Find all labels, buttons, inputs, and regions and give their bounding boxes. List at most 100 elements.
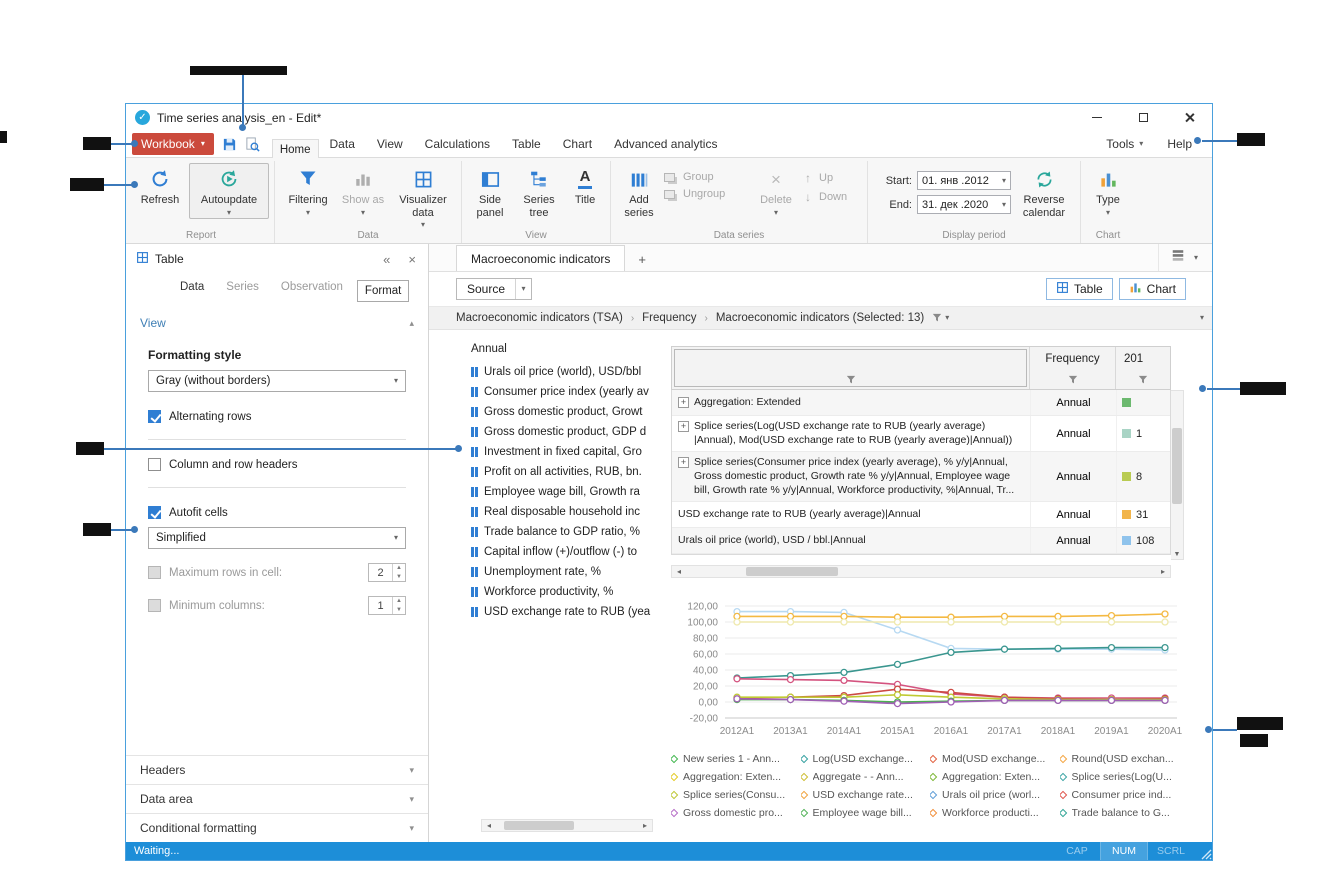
- scroll-left-icon[interactable]: ◂: [672, 567, 686, 576]
- breadcrumb-item[interactable]: Frequency: [642, 312, 696, 324]
- expand-icon[interactable]: +: [678, 457, 689, 468]
- series-list-item[interactable]: USD exchange rate to RUB (yea: [471, 602, 671, 622]
- legend-item[interactable]: Mod(USD exchange...: [930, 753, 1058, 765]
- scroll-right-icon[interactable]: ▸: [1156, 567, 1170, 576]
- view-section-header[interactable]: View ▴: [126, 308, 428, 338]
- legend-item[interactable]: Aggregate - - Ann...: [801, 771, 929, 783]
- legend-item[interactable]: Aggregation: Exten...: [930, 771, 1058, 783]
- show-as-button[interactable]: Show as ▾: [338, 163, 388, 217]
- help-menu[interactable]: Help: [1167, 137, 1192, 151]
- scrollbar-thumb[interactable]: [1172, 428, 1182, 504]
- panel-tab-data[interactable]: Data: [172, 278, 212, 296]
- ribbon-tab-calculations[interactable]: Calculations: [414, 131, 501, 157]
- filtering-button[interactable]: Filtering ▾: [280, 163, 336, 217]
- minimize-button[interactable]: [1074, 104, 1120, 131]
- year-column-header[interactable]: 201: [1116, 347, 1170, 389]
- max-rows-stepper[interactable]: 2 ▲▼: [368, 563, 406, 582]
- document-tab[interactable]: Macroeconomic indicators: [456, 245, 625, 271]
- series-list-item[interactable]: Real disposable household inc: [471, 502, 671, 522]
- chevron-down-icon[interactable]: ▾: [1194, 254, 1198, 262]
- breadcrumb-filter-icon[interactable]: ▾: [932, 313, 949, 323]
- delete-button[interactable]: × Delete ▾: [752, 163, 800, 217]
- min-columns-stepper[interactable]: 1 ▲▼: [368, 596, 406, 615]
- ribbon-tab-data[interactable]: Data: [319, 131, 366, 157]
- section-header-headers[interactable]: Headers▾: [126, 755, 428, 784]
- table-row[interactable]: +Splice series(Log(USD exchange rate to …: [672, 416, 1170, 452]
- legend-item[interactable]: Consumer price ind...: [1060, 789, 1188, 801]
- series-tree-button[interactable]: Series tree: [515, 163, 563, 219]
- add-series-button[interactable]: Add series: [616, 163, 662, 219]
- scroll-left-icon[interactable]: ◂: [482, 821, 496, 830]
- table-row[interactable]: +Splice series(Consumer price index (yea…: [672, 452, 1170, 502]
- chart-type-button[interactable]: Type ▾: [1086, 163, 1130, 217]
- filter-icon[interactable]: [1138, 375, 1148, 385]
- legend-item[interactable]: Splice series(Log(U...: [1060, 771, 1188, 783]
- reverse-calendar-button[interactable]: Reverse calendar: [1013, 163, 1075, 219]
- scroll-down-icon[interactable]: ▼: [1171, 551, 1183, 558]
- layout-icon[interactable]: [1171, 248, 1185, 267]
- table-row[interactable]: Urals oil price (world), USD / bbl.|Annu…: [672, 528, 1170, 554]
- series-list-item[interactable]: Gross domestic product, Growt: [471, 402, 671, 422]
- panel-tab-format[interactable]: Format: [357, 280, 409, 302]
- expand-icon[interactable]: +: [678, 397, 689, 408]
- ribbon-tab-table[interactable]: Table: [501, 131, 552, 157]
- maximize-button[interactable]: [1120, 104, 1166, 131]
- legend-item[interactable]: Aggregation: Exten...: [671, 771, 799, 783]
- table-view-button[interactable]: Table: [1046, 278, 1113, 300]
- table-row[interactable]: USD exchange rate to RUB (yearly average…: [672, 502, 1170, 528]
- spinner-down-icon[interactable]: ▼: [393, 606, 405, 615]
- formatting-style-select[interactable]: Gray (without borders) ▾: [148, 370, 406, 392]
- legend-item[interactable]: Splice series(Consu...: [671, 789, 799, 801]
- name-column-header[interactable]: [672, 347, 1030, 389]
- autoupdate-button[interactable]: Autoupdate ▾: [189, 163, 269, 219]
- ungroup-button[interactable]: Ungroup: [664, 188, 750, 200]
- visualizer-data-button[interactable]: Visualizer data ▾: [390, 163, 456, 229]
- series-list-scrollbar[interactable]: ◂ ▸: [481, 819, 653, 832]
- move-up-button[interactable]: ↑Up: [802, 171, 862, 185]
- panel-tab-observation[interactable]: Observation: [273, 278, 351, 296]
- table-row[interactable]: +Aggregation: ExtendedAnnual: [672, 390, 1170, 416]
- panel-tab-series[interactable]: Series: [218, 278, 267, 296]
- legend-item[interactable]: Log(USD exchange...: [801, 753, 929, 765]
- series-list-item[interactable]: Unemployment rate, %: [471, 562, 671, 582]
- chart-view-button[interactable]: Chart: [1119, 278, 1186, 300]
- column-row-headers-checkbox-row[interactable]: Column and row headers: [148, 458, 406, 471]
- close-panel-button[interactable]: ×: [408, 252, 416, 267]
- print-preview-button[interactable]: [245, 137, 260, 152]
- legend-item[interactable]: Gross domestic pro...: [671, 807, 799, 819]
- resize-grip[interactable]: [1194, 842, 1212, 860]
- group-button[interactable]: Group: [664, 171, 750, 183]
- add-tab-button[interactable]: +: [625, 248, 659, 271]
- side-panel-button[interactable]: Side panel: [467, 163, 513, 219]
- end-date-combo[interactable]: 31. дек .2020 ▾: [917, 195, 1011, 214]
- section-header-conditional-formatting[interactable]: Conditional formatting▾: [126, 813, 428, 842]
- section-header-data-area[interactable]: Data area▾: [126, 784, 428, 813]
- spinner-down-icon[interactable]: ▼: [393, 573, 405, 582]
- table-horizontal-scrollbar[interactable]: ◂ ▸: [671, 565, 1171, 578]
- legend-item[interactable]: USD exchange rate...: [801, 789, 929, 801]
- title-bar[interactable]: ✓ Time series analysis_en - Edit*: [126, 104, 1212, 131]
- series-list-item[interactable]: Employee wage bill, Growth ra: [471, 482, 671, 502]
- legend-item[interactable]: Urals oil price (worl...: [930, 789, 1058, 801]
- series-list-item[interactable]: Investment in fixed capital, Gro: [471, 442, 671, 462]
- refresh-button[interactable]: Refresh: [133, 163, 187, 207]
- frequency-column-header[interactable]: Frequency: [1030, 347, 1116, 389]
- close-button[interactable]: [1166, 104, 1212, 131]
- series-list-item[interactable]: Gross domestic product, GDP d: [471, 422, 671, 442]
- legend-item[interactable]: Workforce producti...: [930, 807, 1058, 819]
- table-vertical-scrollbar[interactable]: ▼: [1171, 390, 1184, 560]
- series-list-item[interactable]: Capital inflow (+)/outflow (-) to: [471, 542, 671, 562]
- save-button[interactable]: [222, 137, 237, 152]
- filter-icon[interactable]: [846, 375, 856, 385]
- legend-item[interactable]: Round(USD exchan...: [1060, 753, 1188, 765]
- spinner-up-icon[interactable]: ▲: [393, 564, 405, 573]
- ribbon-tab-chart[interactable]: Chart: [552, 131, 603, 157]
- series-list-item[interactable]: Profit on all activities, RUB, bn.: [471, 462, 671, 482]
- ribbon-tab-advanced-analytics[interactable]: Advanced analytics: [603, 131, 728, 157]
- series-list-item[interactable]: Trade balance to GDP ratio, %: [471, 522, 671, 542]
- legend-item[interactable]: New series 1 - Ann...: [671, 753, 799, 765]
- tools-menu[interactable]: Tools ▾: [1106, 137, 1143, 151]
- series-list-item[interactable]: Workforce productivity, %: [471, 582, 671, 602]
- series-list-item[interactable]: Urals oil price (world), USD/bbl: [471, 362, 671, 382]
- checkbox-disabled-icon[interactable]: [148, 566, 161, 579]
